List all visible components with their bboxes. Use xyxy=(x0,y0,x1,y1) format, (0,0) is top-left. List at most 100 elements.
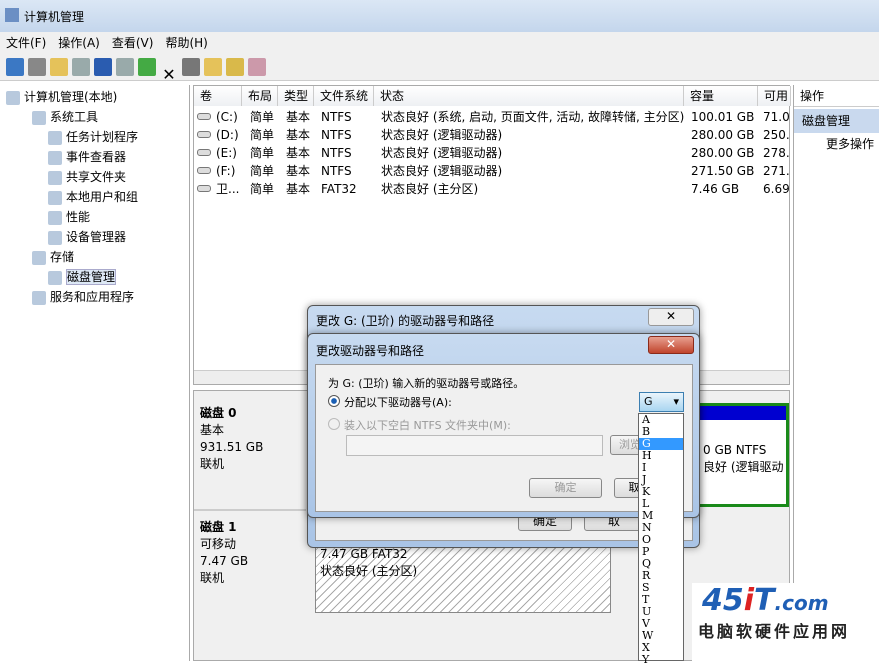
disk-1-name: 磁盘 1 xyxy=(200,520,237,534)
partition-g-size: 7.47 GB FAT32 xyxy=(320,547,408,561)
settings-icon[interactable] xyxy=(248,58,266,76)
delete-icon[interactable]: ✕ xyxy=(160,65,178,84)
cell: NTFS xyxy=(321,128,352,142)
cell: 基本 xyxy=(286,164,311,178)
cell: 6.69 xyxy=(763,182,790,196)
table-row[interactable]: (C:) 简单 基本 NTFS 状态良好 (系统, 启动, 页面文件, 活动, 故障转储… xyxy=(194,108,790,126)
letter-option[interactable]: Y xyxy=(639,654,683,666)
tree-node-icon xyxy=(48,170,62,185)
disk-0-name: 磁盘 0 xyxy=(200,406,237,420)
partition-logical-status: 良好 (逻辑驱动 xyxy=(703,460,784,474)
tree-item-label: 磁盘管理 xyxy=(66,269,117,285)
cell: 271.50 GB xyxy=(691,164,755,178)
tree-item[interactable]: 磁盘管理 xyxy=(48,267,117,287)
more-actions[interactable]: 更多操作 xyxy=(794,133,879,155)
tree-item-label: 事件查看器 xyxy=(66,150,127,164)
back-close-button[interactable]: ✕ xyxy=(648,308,694,326)
col-capacity[interactable]: 容量 xyxy=(684,86,758,106)
tree-item[interactable]: 事件查看器 xyxy=(48,147,126,167)
folder-path-input[interactable] xyxy=(346,435,603,456)
tree-node-icon xyxy=(48,130,62,145)
actions-header: 操作 xyxy=(794,85,879,107)
tree-item[interactable]: 本地用户和组 xyxy=(48,187,138,207)
cell: 280.00 GB xyxy=(691,128,755,142)
drive-icon xyxy=(197,185,211,192)
tree-node-icon xyxy=(48,210,62,225)
partition-logical-size: 0 GB NTFS xyxy=(703,443,767,457)
forward-icon[interactable] xyxy=(28,58,46,76)
table-row[interactable]: (D:) 简单 基本 NTFS 状态良好 (逻辑驱动器) 280.00 GB 250. xyxy=(194,126,790,144)
disk-1-type: 可移动 xyxy=(200,537,237,551)
cell: (C:) xyxy=(216,110,238,124)
refresh-icon[interactable] xyxy=(138,58,156,76)
cell: 状态良好 (系统, 启动, 页面文件, 活动, 故障转储, 主分区) xyxy=(381,110,685,124)
col-layout[interactable]: 布局 xyxy=(242,86,278,106)
table-row[interactable]: 卫... 简单 基本 FAT32 状态良好 (主分区) 7.46 GB 6.69 xyxy=(194,180,790,198)
cell: (D:) xyxy=(216,128,239,142)
search-icon[interactable] xyxy=(226,58,244,76)
col-volume[interactable]: 卷 xyxy=(194,86,242,106)
cell: 280.00 GB xyxy=(691,146,755,160)
letter-dropdown-list[interactable]: ABGHIJKLMNOPQRSTUVWXY xyxy=(638,413,684,666)
close-button[interactable]: ✕ xyxy=(648,336,694,354)
title-bar: 计算机管理 xyxy=(0,0,879,32)
tree-item[interactable]: 存储 xyxy=(32,247,74,267)
menu-view[interactable]: 查看(V) xyxy=(112,36,154,50)
back-icon[interactable] xyxy=(6,58,24,76)
partition-logical[interactable]: 0 GB NTFS 良好 (逻辑驱动 xyxy=(694,403,789,507)
col-filesystem[interactable]: 文件系统 xyxy=(314,86,374,106)
actions-section[interactable]: 磁盘管理 xyxy=(794,109,879,133)
menu-action[interactable]: 操作(A) xyxy=(58,36,100,50)
letter-dropdown[interactable]: G ▾ xyxy=(639,392,684,412)
cell: 250. xyxy=(763,128,790,142)
window-title: 计算机管理 xyxy=(24,10,85,24)
mount-folder-label: 装入以下空白 NTFS 文件夹中(M): xyxy=(344,419,511,432)
show-hide-tree-icon[interactable] xyxy=(72,58,90,76)
ok-button[interactable]: 确定 xyxy=(529,478,602,498)
tree-item[interactable]: 任务计划程序 xyxy=(48,127,138,147)
cell: 基本 xyxy=(286,146,311,160)
disk-1-status: 联机 xyxy=(200,571,225,585)
open-icon[interactable] xyxy=(204,58,222,76)
col-type[interactable]: 类型 xyxy=(278,86,314,106)
tree-item[interactable]: 计算机管理(本地) xyxy=(6,87,117,107)
tree-node-icon xyxy=(48,190,62,205)
cell: 状态良好 (逻辑驱动器) xyxy=(381,164,503,178)
mount-folder-radio[interactable] xyxy=(328,418,340,430)
col-status[interactable]: 状态 xyxy=(374,86,684,106)
cell: 基本 xyxy=(286,110,311,124)
cell: 7.46 GB xyxy=(691,182,740,196)
tree-item-label: 性能 xyxy=(66,210,91,224)
cell: 状态良好 (逻辑驱动器) xyxy=(381,128,503,142)
tree-node-icon xyxy=(48,270,62,285)
table-row[interactable]: (F:) 简单 基本 NTFS 状态良好 (逻辑驱动器) 271.50 GB 271. xyxy=(194,162,790,180)
tree-item[interactable]: 设备管理器 xyxy=(48,227,126,247)
back-dialog-title: 更改 G: (卫玠) 的驱动器号和路径 xyxy=(316,314,495,328)
menu-file[interactable]: 文件(F) xyxy=(6,36,46,50)
cell: NTFS xyxy=(321,146,352,160)
tree-item[interactable]: 性能 xyxy=(48,207,90,227)
action-pane-icon[interactable] xyxy=(116,58,134,76)
cell: 基本 xyxy=(286,128,311,142)
disk-1-info[interactable]: 磁盘 1 可移动 7.47 GB 联机 xyxy=(200,519,248,587)
tree-item[interactable]: 共享文件夹 xyxy=(48,167,126,187)
cell: 基本 xyxy=(286,182,311,196)
table-row[interactable]: (E:) 简单 基本 NTFS 状态良好 (逻辑驱动器) 280.00 GB 278. xyxy=(194,144,790,162)
tree-item[interactable]: 系统工具 xyxy=(32,107,98,127)
chevron-down-icon: ▾ xyxy=(673,395,679,408)
properties-icon[interactable] xyxy=(182,58,200,76)
navigation-tree: 计算机管理(本地) 系统工具 任务计划程序事件查看器共享文件夹 本地用户和组性能设备管… xyxy=(0,85,190,661)
tree-item[interactable]: 服务和应用程序 xyxy=(32,287,134,307)
dialog-prompt: 为 G: (卫玠) 输入新的驱动器号或路径。 xyxy=(328,377,525,390)
watermark-logo: 45iT.com 电脑软硬件应用网 xyxy=(692,583,879,661)
menu-help[interactable]: 帮助(H) xyxy=(165,36,207,50)
assign-letter-radio[interactable] xyxy=(328,395,340,407)
cell: 卫... xyxy=(216,182,240,196)
help-icon[interactable] xyxy=(94,58,112,76)
tree-item-label: 设备管理器 xyxy=(66,230,127,244)
up-icon[interactable] xyxy=(50,58,68,76)
disk-0-info[interactable]: 磁盘 0 基本 931.51 GB 联机 xyxy=(200,405,263,473)
tree-item-label: 存储 xyxy=(50,250,75,264)
col-free[interactable]: 可用 xyxy=(758,86,791,106)
partition-g[interactable]: 7.47 GB FAT32 状态良好 (主分区) xyxy=(315,541,611,613)
